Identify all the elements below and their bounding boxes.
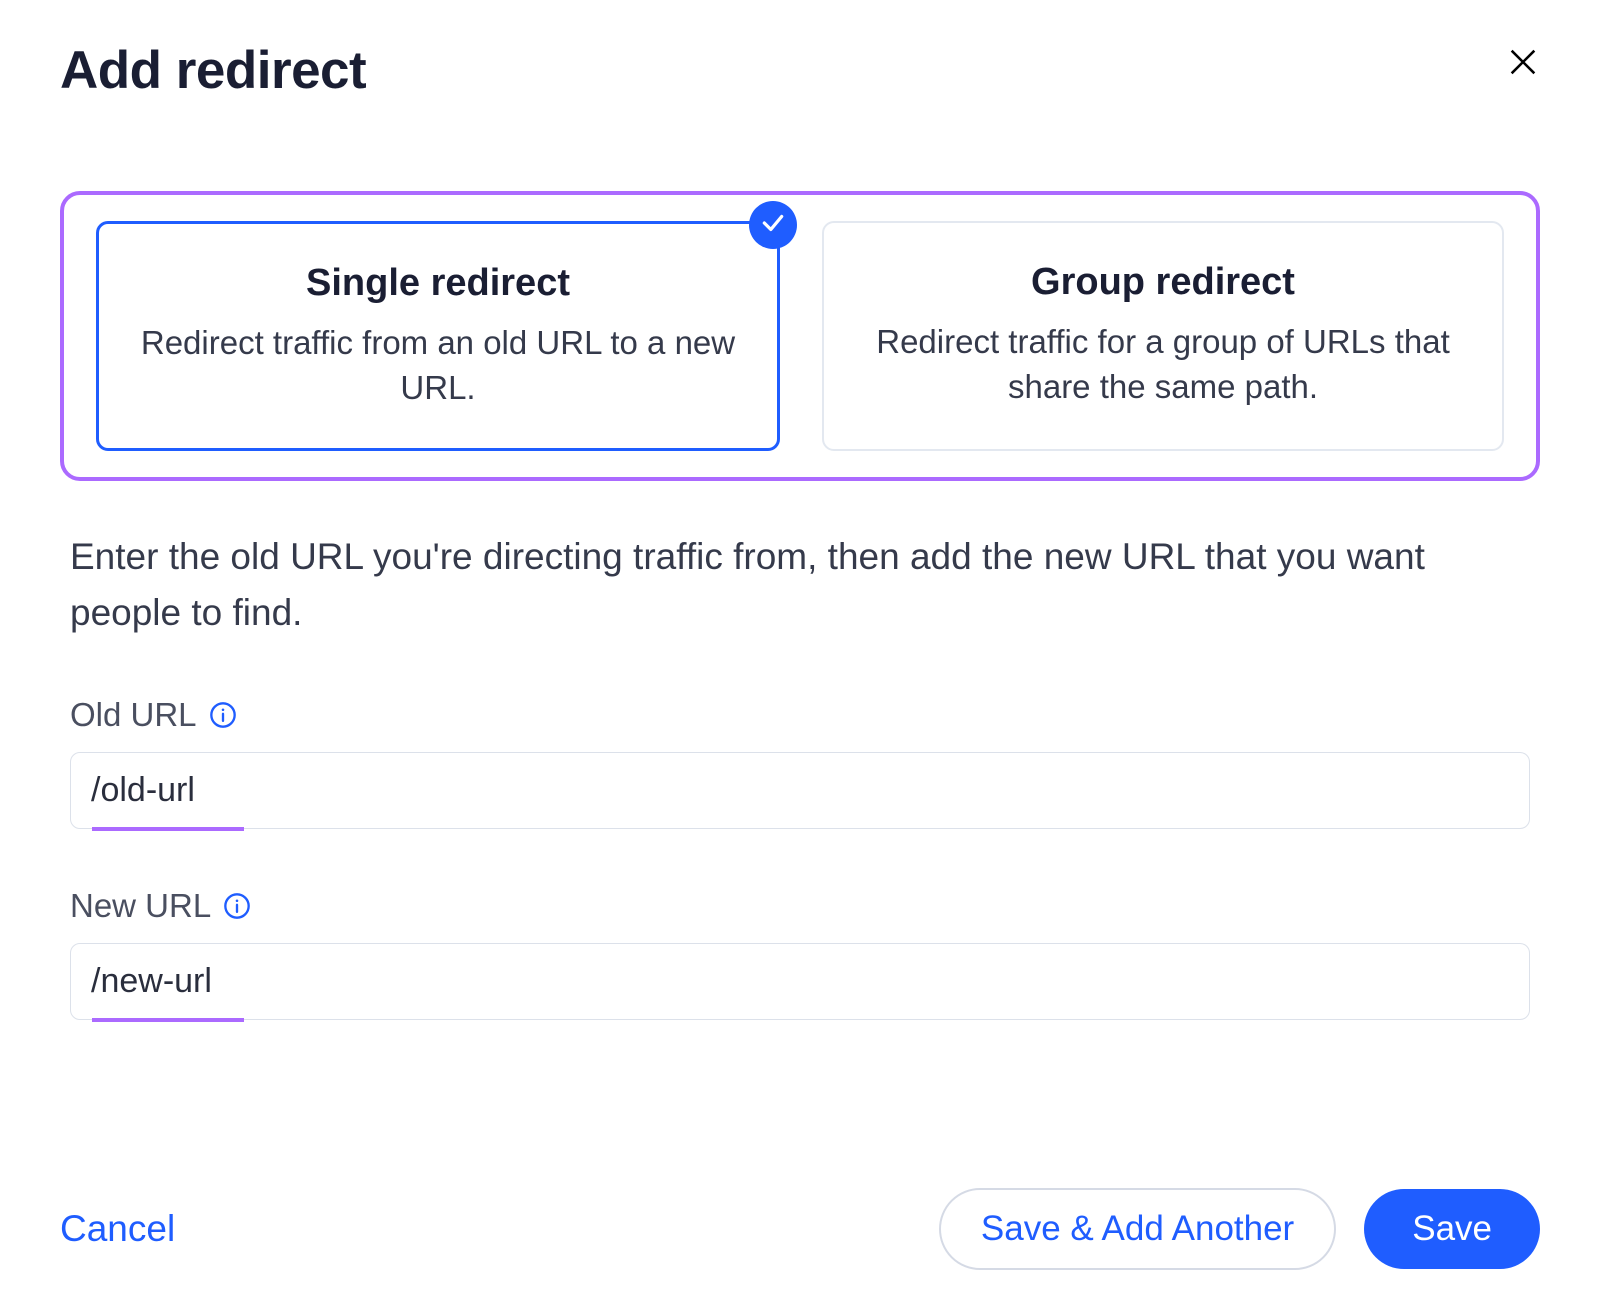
footer-right-group: Save & Add Another Save xyxy=(939,1188,1540,1270)
new-url-accent-underline xyxy=(92,1018,244,1022)
old-url-label: Old URL xyxy=(70,696,197,734)
old-url-input[interactable] xyxy=(70,752,1530,829)
redirect-type-selector: Single redirect Redirect traffic from an… xyxy=(60,191,1540,481)
modal-title: Add redirect xyxy=(60,40,366,101)
single-redirect-card[interactable]: Single redirect Redirect traffic from an… xyxy=(96,221,780,451)
instruction-text: Enter the old URL you're directing traff… xyxy=(60,529,1540,640)
selected-check-badge xyxy=(749,201,797,249)
close-icon xyxy=(1506,67,1540,82)
new-url-info-icon[interactable] xyxy=(223,892,251,920)
check-icon xyxy=(760,210,786,241)
group-redirect-card[interactable]: Group redirect Redirect traffic for a gr… xyxy=(822,221,1504,451)
save-button[interactable]: Save xyxy=(1364,1189,1540,1269)
modal-header: Add redirect xyxy=(60,40,1540,101)
group-card-description: Redirect traffic for a group of URLs tha… xyxy=(854,320,1472,409)
single-card-description: Redirect traffic from an old URL to a ne… xyxy=(129,321,747,410)
cancel-button[interactable]: Cancel xyxy=(60,1208,175,1250)
add-redirect-modal: Add redirect Single redirect Redirect tr… xyxy=(0,0,1600,1316)
old-url-field-group: Old URL xyxy=(60,696,1540,831)
old-url-label-row: Old URL xyxy=(70,696,1530,734)
old-url-info-icon[interactable] xyxy=(209,701,237,729)
new-url-label-row: New URL xyxy=(70,887,1530,925)
group-card-title: Group redirect xyxy=(854,261,1472,304)
modal-footer: Cancel Save & Add Another Save xyxy=(60,1188,1540,1270)
single-card-title: Single redirect xyxy=(129,262,747,305)
new-url-label: New URL xyxy=(70,887,211,925)
new-url-field-group: New URL xyxy=(60,887,1540,1022)
save-and-add-another-button[interactable]: Save & Add Another xyxy=(939,1188,1336,1270)
old-url-accent-underline xyxy=(92,827,244,831)
close-button[interactable] xyxy=(1496,35,1550,92)
new-url-input[interactable] xyxy=(70,943,1530,1020)
